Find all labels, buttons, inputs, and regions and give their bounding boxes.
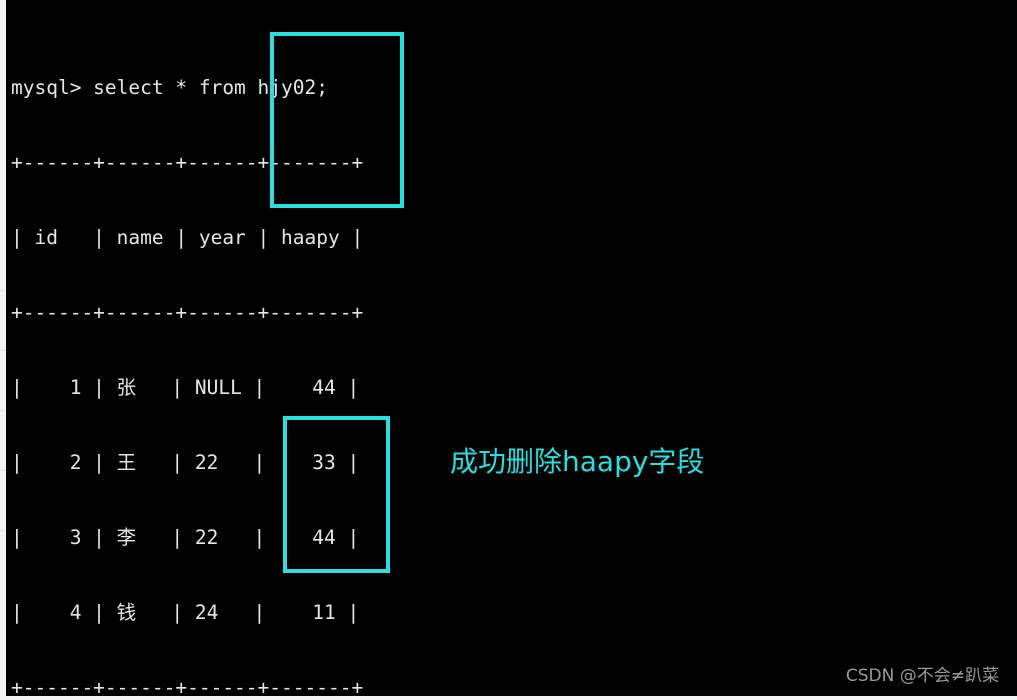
terminal-line: | 3 | 李 | 22 | 44 | [11, 526, 360, 549]
terminal-line: | 1 | 张 | NULL | 44 | [11, 376, 360, 399]
terminal-line: +------+------+------+-------+ [11, 151, 364, 174]
terminal-line: | id | name | year | haapy | [11, 226, 364, 249]
window-bottom-edge [0, 696, 1017, 700]
haapy-column-highlight [270, 32, 404, 208]
csdn-watermark: CSDN @不会≠趴菜 [845, 666, 999, 686]
terminal-output[interactable]: mysql> select * from hjy02; +------+----… [11, 0, 1011, 700]
terminal-line: mysql> select * from hjy02; [11, 76, 328, 99]
terminal-line: +------+------+------+-------+ [11, 301, 364, 324]
terminal-line: | 4 | 钱 | 24 | 11 | [11, 601, 360, 624]
window-left-edge [0, 0, 6, 700]
removed-column-highlight [283, 416, 390, 573]
terminal-screen: mysql> select * from hjy02; +------+----… [0, 0, 1017, 700]
annotation-label: 成功删除haapy字段 [450, 445, 705, 478]
